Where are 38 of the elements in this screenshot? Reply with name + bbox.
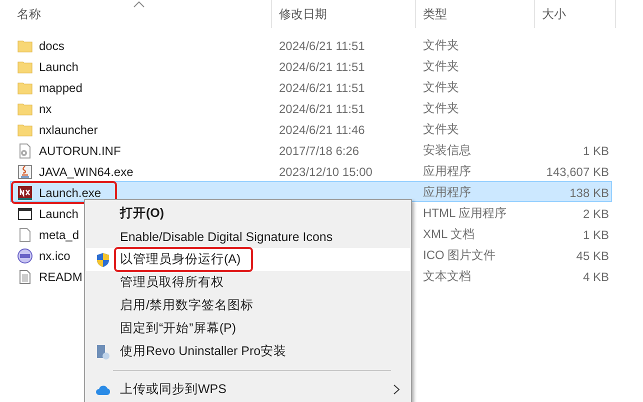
file-type: XML 文档 (423, 227, 475, 241)
file-size: 1 KB (582, 144, 609, 158)
file-name: meta_d (39, 228, 80, 242)
file-size: 45 KB (576, 248, 609, 262)
file-name: docs (39, 38, 64, 52)
file-type: 安装信息 (423, 143, 471, 157)
modified-date: 2023/12/10 15:00 (279, 164, 372, 178)
file-type: 文件夹 (423, 59, 459, 73)
file-name: Launch.exe (39, 186, 102, 200)
file-name: nx.ico (39, 248, 70, 262)
file-type: 应用程序 (423, 164, 471, 178)
modified-date: 2024/6/21 11:51 (279, 60, 365, 74)
file-name: nx (39, 102, 52, 116)
file-name: Launch (39, 60, 78, 74)
file-size: 2 KB (582, 206, 609, 220)
file-size: 138 KB (570, 186, 609, 200)
file-type: ICO 图片文件 (423, 248, 496, 262)
file-type: 应用程序 (423, 185, 471, 199)
file-type: 文件夹 (423, 101, 459, 115)
file-name: AUTORUN.INF (39, 144, 121, 158)
file-type: HTML 应用程序 (423, 206, 507, 220)
file-size: 4 KB (582, 270, 609, 284)
modified-date: 2024/6/21 11:51 (279, 38, 365, 52)
file-type: 文件夹 (423, 38, 459, 52)
file-name: READM (39, 270, 82, 284)
file-type: 文件夹 (423, 122, 459, 136)
modified-date: 2024/6/21 11:51 (279, 80, 365, 94)
file-name: JAVA_WIN64.exe (39, 164, 134, 178)
modified-date: 2024/6/21 11:46 (279, 122, 365, 136)
file-type: 文件夹 (423, 80, 459, 94)
file-size: 1 KB (582, 228, 609, 242)
modified-date: 2024/6/21 11:51 (279, 102, 365, 116)
file-type: 文本文档 (423, 269, 471, 283)
file-size: 143,607 KB (546, 164, 609, 178)
modified-date: 2017/7/18 6:26 (279, 144, 360, 158)
file-name: mapped (39, 80, 82, 94)
file-name: nxlauncher (39, 122, 98, 136)
file-name: Launch (39, 206, 78, 220)
